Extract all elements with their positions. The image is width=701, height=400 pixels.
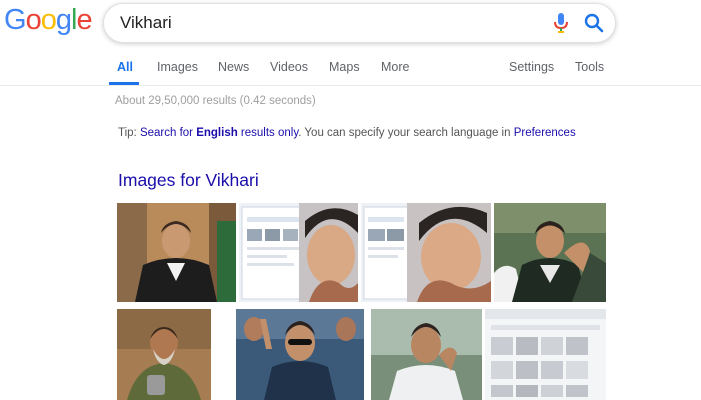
tab-videos[interactable]: Videos: [270, 60, 308, 74]
images-section-heading[interactable]: Images for Vikhari: [118, 170, 259, 191]
logo-letter: e: [76, 4, 92, 36]
logo-letter: o: [25, 4, 42, 36]
tab-all[interactable]: All: [117, 60, 133, 74]
tab-tools[interactable]: Tools: [575, 60, 604, 74]
logo-letter: G: [4, 4, 27, 36]
tabs-divider: [0, 85, 701, 86]
image-thumbnail[interactable]: [361, 203, 491, 302]
preferences-link[interactable]: Preferences: [514, 127, 576, 139]
image-thumbnail[interactable]: [485, 309, 606, 400]
tip-middle: . You can specify your search language i…: [298, 127, 514, 139]
search-box[interactable]: Vikhari: [103, 3, 616, 43]
language-tip: Tip: Search for English results only. Yo…: [118, 127, 576, 139]
image-thumbnail[interactable]: [239, 203, 358, 302]
logo-letter: g: [55, 4, 72, 36]
tab-settings[interactable]: Settings: [509, 60, 554, 74]
tip-prefix: Tip:: [118, 127, 140, 139]
google-logo[interactable]: Google: [4, 4, 93, 37]
logo-letter: o: [40, 4, 57, 36]
tip-link-before: Search for: [139, 127, 197, 139]
result-stats: About 29,50,000 results (0.42 seconds): [115, 95, 316, 107]
tab-more[interactable]: More: [381, 60, 409, 74]
image-thumbnail[interactable]: [236, 309, 364, 400]
image-thumbnail[interactable]: [117, 203, 236, 302]
tab-images[interactable]: Images: [157, 60, 198, 74]
english-only-link[interactable]: Search for English results only: [140, 127, 298, 139]
tab-news[interactable]: News: [218, 60, 249, 74]
search-tabs: All Images News Videos Maps More Setting…: [0, 56, 701, 85]
image-thumbnail[interactable]: [117, 309, 211, 400]
tab-maps[interactable]: Maps: [329, 60, 360, 74]
mic-icon[interactable]: [553, 12, 569, 34]
tip-link-bold: English: [196, 127, 238, 139]
image-thumbnail[interactable]: [494, 203, 606, 302]
search-input[interactable]: Vikhari: [120, 4, 172, 42]
search-icon[interactable]: [583, 12, 605, 34]
tip-link-after: results only: [237, 127, 299, 139]
image-thumbnail[interactable]: [371, 309, 482, 400]
